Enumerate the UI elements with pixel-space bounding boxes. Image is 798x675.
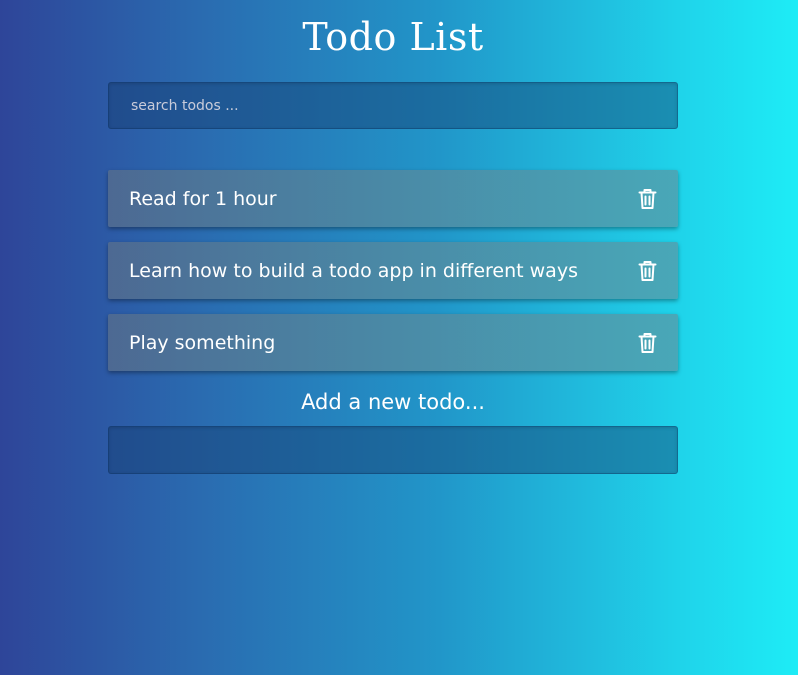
- add-todo-field[interactable]: [108, 426, 678, 474]
- todo-app: Todo List Read for 1 hour Learn how to b…: [108, 0, 678, 474]
- todo-item: Play something: [108, 314, 678, 371]
- todo-text: Play something: [129, 331, 276, 354]
- todo-item: Read for 1 hour: [108, 170, 678, 227]
- trash-icon[interactable]: [636, 259, 658, 283]
- todo-item: Learn how to build a todo app in differe…: [108, 242, 678, 299]
- search-input[interactable]: [131, 97, 677, 114]
- page-title: Todo List: [302, 15, 484, 59]
- add-todo-label: Add a new todo...: [301, 390, 485, 414]
- add-todo-form: Add a new todo...: [108, 387, 678, 474]
- todo-text: Read for 1 hour: [129, 187, 277, 210]
- todo-text: Learn how to build a todo app in differe…: [129, 259, 578, 282]
- trash-icon[interactable]: [636, 331, 658, 355]
- todo-list: Read for 1 hour Learn how to build a tod…: [108, 170, 678, 371]
- add-todo-input[interactable]: [131, 441, 677, 459]
- trash-icon[interactable]: [636, 187, 658, 211]
- search-field[interactable]: [108, 82, 678, 129]
